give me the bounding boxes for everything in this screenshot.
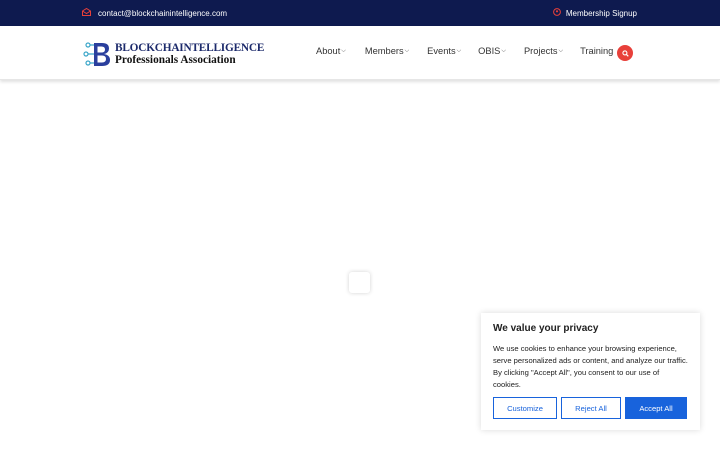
accept-all-button[interactable]: Accept All [625,397,687,419]
chevron-down-icon: ⌵ [404,47,410,54]
nav-item-obis[interactable]: OBIS ⌵ [478,46,506,56]
membership-signup-link[interactable]: Membership Signup [552,8,637,18]
cookie-buttons: Customize Reject All Accept All [493,397,687,419]
user-circle-icon [552,8,561,18]
contact-email-link[interactable]: contact@blockchainintelligence.com [82,7,228,18]
envelope-icon [82,7,91,18]
site-header: BLOCKCHAINTELLIGENCE Professionals Assoc… [0,26,720,80]
nav-item-label: OBIS [478,46,501,56]
nav-item-label: About [316,46,341,56]
nav-item-training[interactable]: Training [580,46,613,56]
logo-text: BLOCKCHAINTELLIGENCE Professionals Assoc… [115,42,264,66]
search-button[interactable] [617,45,633,61]
chevron-down-icon: ⌵ [341,47,346,54]
main-nav: About ⌵ Members ⌵ Events ⌵ OBIS ⌵ Projects ⌵ … [316,46,613,56]
chevron-down-icon: ⌵ [456,47,462,54]
page-loader [349,272,370,293]
nav-item-projects[interactable]: Projects ⌵ [524,46,563,56]
customize-button[interactable]: Customize [493,397,557,419]
logo-line-2: Professionals Association [115,54,236,66]
nav-item-events[interactable]: Events ⌵ [427,46,461,56]
search-icon [621,44,629,62]
logo-mark-icon [82,40,112,68]
reject-all-button[interactable]: Reject All [561,397,621,419]
cookie-body: We use cookies to enhance your browsing … [493,344,688,389]
cookie-consent-banner: We value your privacy We use cookies to … [481,313,700,430]
nav-item-label: Training [580,46,614,56]
membership-signup-text: Membership Signup [565,8,637,18]
top-bar: contact@blockchainintelligence.com Membe… [0,0,720,26]
site-logo[interactable]: BLOCKCHAINTELLIGENCE Professionals Assoc… [82,40,264,68]
nav-item-label: Members [364,46,404,56]
chevron-down-icon: ⌵ [558,47,564,54]
cookie-title: We value your privacy [493,323,599,334]
contact-email-text: contact@blockchainintelligence.com [98,8,228,18]
nav-item-label: Events [427,46,456,56]
nav-item-about[interactable]: About ⌵ [316,46,346,56]
nav-item-members[interactable]: Members ⌵ [365,46,409,56]
logo-line-1: BLOCKCHAINTELLIGENCE [115,42,265,54]
chevron-down-icon: ⌵ [501,47,506,54]
nav-item-label: Projects [523,46,558,56]
